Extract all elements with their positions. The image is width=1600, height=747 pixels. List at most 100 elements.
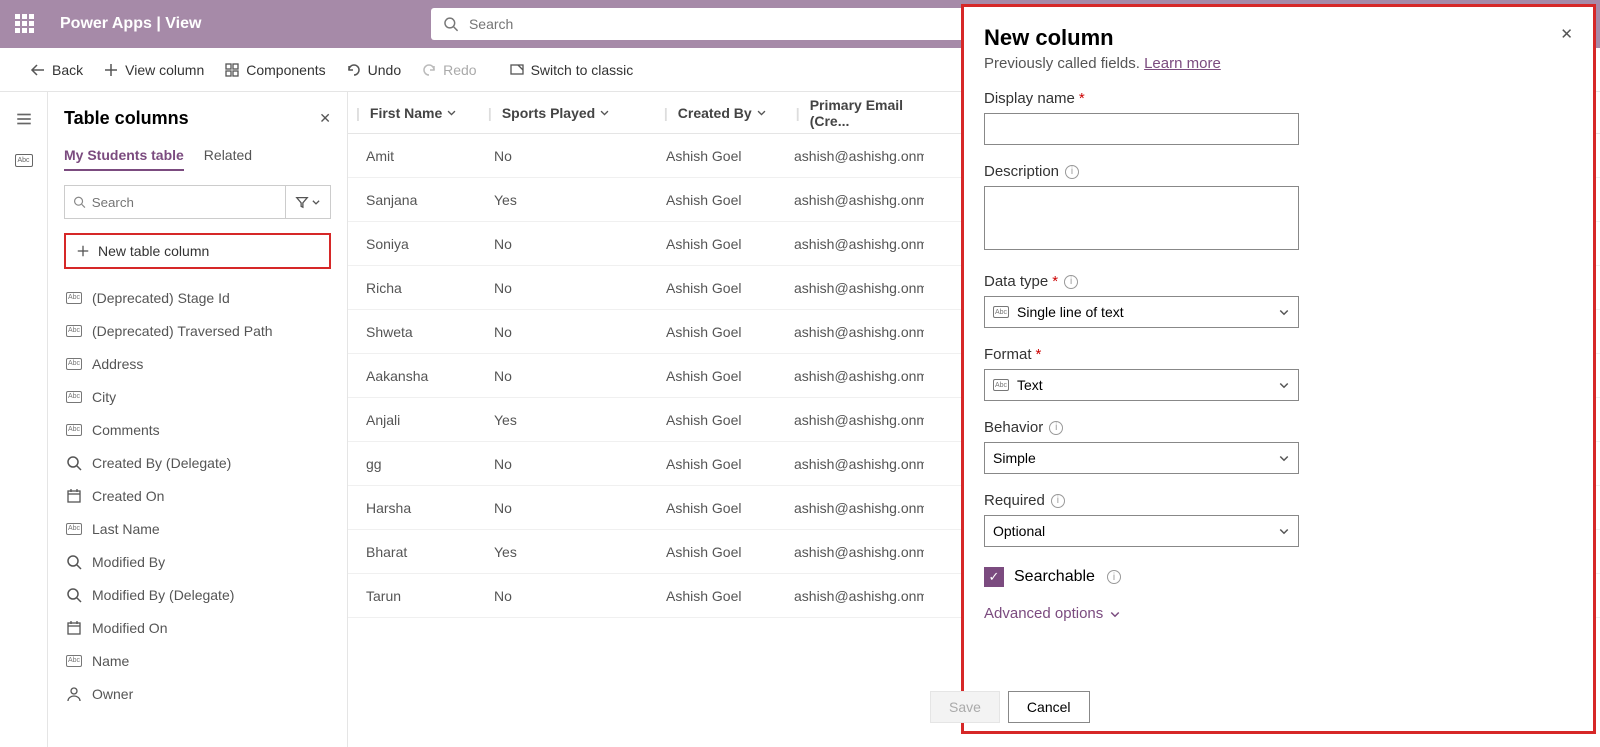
calendar-icon	[66, 488, 82, 504]
tab-my-students[interactable]: My Students table	[64, 147, 184, 171]
panel-footer-buttons: Save Cancel	[930, 691, 1090, 723]
back-label: Back	[52, 62, 83, 78]
column-item-label: Comments	[92, 422, 160, 438]
display-name-input[interactable]	[984, 113, 1299, 145]
cell-created-by: Ashish Goel	[656, 456, 784, 472]
chevron-down-icon	[1278, 525, 1290, 537]
abc-icon: Abc	[66, 523, 82, 535]
redo-button[interactable]: Redo	[421, 62, 476, 78]
column-item-label: Last Name	[92, 521, 160, 537]
grid-icon	[224, 62, 240, 78]
sidebar-title: Table columns	[64, 108, 189, 129]
components-label: Components	[246, 62, 325, 78]
cell-created-by: Ashish Goel	[656, 192, 784, 208]
cell-sports-played: Yes	[484, 412, 656, 428]
column-list-item[interactable]: Abc(Deprecated) Traversed Path	[64, 314, 341, 347]
panel-title: New column	[984, 25, 1114, 51]
view-column-button[interactable]: View column	[103, 62, 204, 78]
new-column-panel: New column ✕ Previously called fields. L…	[961, 4, 1596, 734]
cell-primary-email: ashish@ashishg.onmic	[784, 148, 924, 164]
column-item-label: Modified By	[92, 554, 165, 570]
cell-first-name: Sanjana	[356, 192, 484, 208]
column-item-label: Created On	[92, 488, 164, 504]
switch-classic-button[interactable]: Switch to classic	[509, 62, 634, 78]
cell-first-name: Tarun	[356, 588, 484, 604]
col-first-name[interactable]: First Name	[360, 105, 488, 121]
cell-first-name: Anjali	[356, 412, 484, 428]
cancel-button[interactable]: Cancel	[1008, 691, 1090, 723]
column-list-item[interactable]: Modified By (Delegate)	[64, 578, 341, 611]
cell-primary-email: ashish@ashishg.onmic	[784, 456, 924, 472]
column-list[interactable]: Abc(Deprecated) Stage IdAbc(Deprecated) …	[64, 281, 347, 711]
format-select[interactable]: AbcText	[984, 369, 1299, 401]
info-icon[interactable]: i	[1107, 570, 1121, 584]
column-list-item[interactable]: Owning Business Unit	[64, 710, 341, 711]
plus-icon	[103, 62, 119, 78]
chevron-down-icon	[1278, 452, 1290, 464]
column-list-item[interactable]: Created By (Delegate)	[64, 446, 341, 479]
tab-related[interactable]: Related	[204, 147, 252, 171]
description-input[interactable]	[984, 186, 1299, 250]
switch-label: Switch to classic	[531, 62, 634, 78]
col-primary-email[interactable]: Primary Email (Cre...	[800, 97, 940, 129]
cell-primary-email: ashish@ashishg.onmic	[784, 324, 924, 340]
cell-sports-played: No	[484, 280, 656, 296]
column-list-item[interactable]: AbcComments	[64, 413, 341, 446]
col-sports-played[interactable]: Sports Played	[492, 105, 664, 121]
column-list-item[interactable]: Abc(Deprecated) Stage Id	[64, 281, 341, 314]
search-icon	[443, 16, 459, 32]
column-list-item[interactable]: Created On	[64, 479, 341, 512]
waffle-icon[interactable]	[15, 14, 35, 34]
chevron-down-icon	[1109, 608, 1121, 620]
abc-icon[interactable]: Abc	[15, 154, 33, 167]
column-list-item[interactable]: AbcAddress	[64, 347, 341, 380]
column-list-item[interactable]: AbcCity	[64, 380, 341, 413]
components-button[interactable]: Components	[224, 62, 325, 78]
cell-primary-email: ashish@ashishg.onmic	[784, 236, 924, 252]
column-list-item[interactable]: Owner	[64, 677, 341, 710]
cell-primary-email: ashish@ashishg.onmic	[784, 412, 924, 428]
new-table-column-button[interactable]: New table column	[64, 233, 331, 269]
save-button[interactable]: Save	[930, 691, 1000, 723]
cell-primary-email: ashish@ashishg.onmic	[784, 544, 924, 560]
data-type-label: Data type * i	[984, 273, 1573, 290]
behavior-select[interactable]: Simple	[984, 442, 1299, 474]
column-search-input[interactable]	[92, 195, 277, 210]
column-list-item[interactable]: Modified On	[64, 611, 341, 644]
info-icon[interactable]: i	[1065, 165, 1079, 179]
searchable-checkbox[interactable]: ✓	[984, 567, 1004, 587]
cell-sports-played: No	[484, 368, 656, 384]
data-type-select[interactable]: AbcSingle line of text	[984, 296, 1299, 328]
back-button[interactable]: Back	[30, 62, 83, 78]
column-list-item[interactable]: Abc Last Name	[64, 512, 341, 545]
advanced-options-link[interactable]: Advanced options	[984, 605, 1573, 622]
sidebar-tabs: My Students table Related	[64, 147, 347, 171]
column-list-item[interactable]: Modified By	[64, 545, 341, 578]
cell-created-by: Ashish Goel	[656, 368, 784, 384]
info-icon[interactable]: i	[1051, 494, 1065, 508]
cell-sports-played: No	[484, 324, 656, 340]
required-select[interactable]: Optional	[984, 515, 1299, 547]
chevron-down-icon	[446, 107, 457, 118]
cell-created-by: Ashish Goel	[656, 544, 784, 560]
abc-icon: Abc	[66, 292, 82, 304]
learn-more-link[interactable]: Learn more	[1144, 55, 1221, 72]
cell-primary-email: ashish@ashishg.onmic	[784, 280, 924, 296]
hamburger-icon[interactable]	[15, 110, 33, 128]
sidebar-close-icon[interactable]: ✕	[319, 110, 331, 127]
required-label: Required i	[984, 492, 1573, 509]
info-icon[interactable]: i	[1049, 421, 1063, 435]
abc-icon: Abc	[66, 655, 82, 667]
filter-button[interactable]	[285, 185, 331, 219]
column-list-item[interactable]: AbcName	[64, 644, 341, 677]
chevron-down-icon	[311, 197, 321, 207]
cell-primary-email: ashish@ashishg.onmic	[784, 588, 924, 604]
info-icon[interactable]: i	[1064, 275, 1078, 289]
undo-button[interactable]: Undo	[346, 62, 401, 78]
chevron-down-icon	[1278, 306, 1290, 318]
col-created-by[interactable]: Created By	[668, 105, 796, 121]
abc-icon: Abc	[66, 325, 82, 337]
column-search[interactable]	[64, 185, 285, 219]
panel-close-icon[interactable]: ✕	[1560, 25, 1573, 43]
behavior-label: Behavior i	[984, 419, 1573, 436]
